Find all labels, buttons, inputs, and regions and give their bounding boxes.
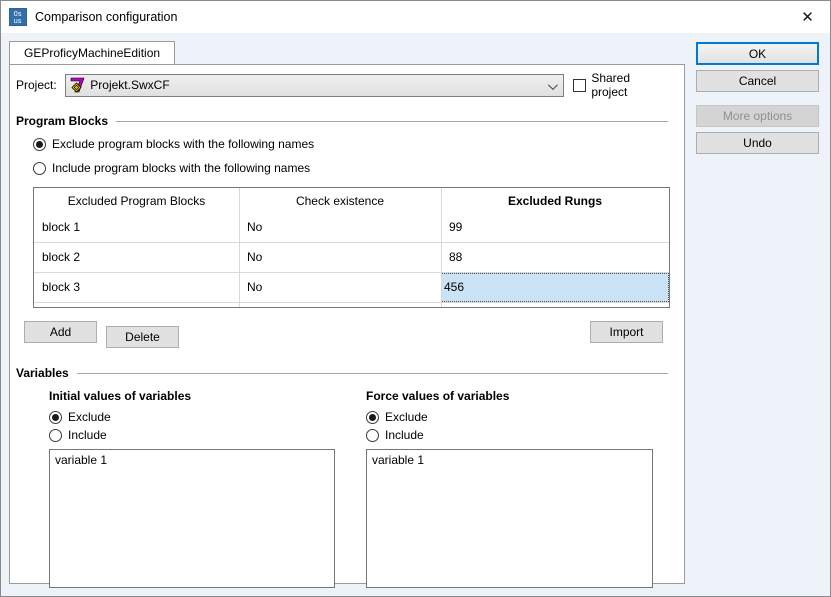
cell-excluded-rungs[interactable]: 99 bbox=[441, 213, 669, 242]
program-blocks-title: Program Blocks bbox=[16, 114, 108, 128]
table-header-row: Excluded Program Blocks Check existence … bbox=[34, 188, 669, 213]
list-item[interactable]: variable 1 bbox=[372, 453, 647, 467]
undo-button[interactable]: Undo bbox=[696, 132, 819, 154]
tab-geproficymachineedition[interactable]: GEProficyMachineEdition bbox=[9, 41, 175, 64]
list-item[interactable]: variable 1 bbox=[55, 453, 329, 467]
tab-strip: GEProficyMachineEdition bbox=[9, 41, 830, 63]
project-file-icon bbox=[70, 77, 86, 93]
project-value: Projekt.SwxCF bbox=[90, 78, 169, 92]
initial-exclude-radio[interactable] bbox=[49, 411, 62, 424]
force-include-option[interactable]: Include bbox=[366, 428, 653, 442]
initial-values-section: Initial values of variables Exclude Incl… bbox=[24, 389, 335, 588]
tab-label: GEProficyMachineEdition bbox=[24, 46, 160, 60]
excluded-blocks-table: Excluded Program Blocks Check existence … bbox=[33, 187, 670, 308]
title-bar: 0s us Comparison configuration ✕ bbox=[1, 1, 830, 33]
cell-excluded-rungs[interactable]: 88 bbox=[441, 243, 669, 272]
column-separator bbox=[441, 188, 442, 307]
column-separator bbox=[239, 188, 240, 307]
force-exclude-radio[interactable] bbox=[366, 411, 379, 424]
initial-values-title: Initial values of variables bbox=[49, 389, 335, 403]
table-row[interactable]: block 2 No 88 bbox=[34, 243, 669, 273]
initial-include-label: Include bbox=[68, 428, 107, 442]
cell-block-name[interactable]: block 3 bbox=[34, 273, 239, 302]
include-blocks-option[interactable]: Include program blocks with the followin… bbox=[33, 161, 668, 175]
shared-project-option[interactable]: Shared project bbox=[573, 71, 668, 99]
shared-project-checkbox[interactable] bbox=[573, 79, 586, 92]
col-header-excluded-program-blocks: Excluded Program Blocks bbox=[34, 194, 239, 208]
initial-variables-listbox[interactable]: variable 1 bbox=[49, 449, 335, 588]
initial-exclude-option[interactable]: Exclude bbox=[49, 410, 335, 424]
more-options-button[interactable]: More options bbox=[696, 105, 819, 127]
table-row[interactable]: block 1 No 99 bbox=[34, 213, 669, 243]
cell-block-name[interactable]: block 1 bbox=[34, 213, 239, 242]
force-variables-listbox[interactable]: variable 1 bbox=[366, 449, 653, 588]
spacer bbox=[179, 321, 590, 348]
project-row: Project: Projekt.SwxCF Shared project bbox=[16, 71, 668, 99]
project-combobox[interactable]: Projekt.SwxCF bbox=[65, 74, 564, 97]
chevron-down-icon[interactable] bbox=[548, 80, 558, 90]
cell-check-existence[interactable]: No bbox=[239, 213, 441, 242]
include-blocks-radio[interactable] bbox=[33, 162, 46, 175]
shared-project-label: Shared project bbox=[591, 71, 668, 99]
exclude-blocks-radio[interactable] bbox=[33, 138, 46, 151]
variables-title: Variables bbox=[16, 366, 69, 380]
add-button[interactable]: Add bbox=[24, 321, 97, 343]
program-blocks-group-header: Program Blocks bbox=[16, 114, 668, 128]
svg-text:us: us bbox=[14, 17, 22, 25]
initial-exclude-label: Exclude bbox=[68, 410, 111, 424]
force-include-radio[interactable] bbox=[366, 429, 379, 442]
close-icon[interactable]: ✕ bbox=[785, 1, 830, 33]
force-exclude-label: Exclude bbox=[385, 410, 428, 424]
variables-group-header: Variables bbox=[16, 366, 668, 380]
comparison-configuration-dialog: { "window": { "title": "Comparison confi… bbox=[0, 0, 831, 597]
variables-columns: Initial values of variables Exclude Incl… bbox=[24, 389, 668, 588]
cell-check-existence[interactable]: No bbox=[239, 273, 441, 302]
table-button-row: Add Delete Import bbox=[24, 321, 663, 348]
cancel-button[interactable]: Cancel bbox=[696, 70, 819, 92]
cell-check-existence[interactable]: No bbox=[239, 243, 441, 272]
initial-include-radio[interactable] bbox=[49, 429, 62, 442]
group-rule bbox=[116, 121, 668, 122]
import-button[interactable]: Import bbox=[590, 321, 663, 343]
exclude-blocks-option[interactable]: Exclude program blocks with the followin… bbox=[33, 137, 668, 151]
force-values-section: Force values of variables Exclude Includ… bbox=[341, 389, 653, 588]
window-title: Comparison configuration bbox=[35, 10, 177, 24]
delete-button[interactable]: Delete bbox=[106, 326, 179, 348]
col-header-check-existence: Check existence bbox=[239, 194, 441, 208]
col-header-excluded-rungs: Excluded Rungs bbox=[441, 194, 669, 208]
table-row[interactable]: block 3 No 456 bbox=[34, 273, 669, 303]
app-icon: 0s us bbox=[9, 8, 27, 26]
include-blocks-label: Include program blocks with the followin… bbox=[52, 161, 310, 175]
project-label: Project: bbox=[16, 78, 65, 92]
force-values-title: Force values of variables bbox=[366, 389, 653, 403]
force-include-label: Include bbox=[385, 428, 424, 442]
cell-block-name[interactable]: block 2 bbox=[34, 243, 239, 272]
force-exclude-option[interactable]: Exclude bbox=[366, 410, 653, 424]
group-rule bbox=[77, 373, 668, 374]
initial-include-option[interactable]: Include bbox=[49, 428, 335, 442]
tab-page-panel: Project: Projekt.SwxCF Shared project Pr… bbox=[9, 64, 685, 584]
cell-excluded-rungs-selected[interactable]: 456 bbox=[441, 273, 669, 302]
exclude-blocks-label: Exclude program blocks with the followin… bbox=[52, 137, 314, 151]
